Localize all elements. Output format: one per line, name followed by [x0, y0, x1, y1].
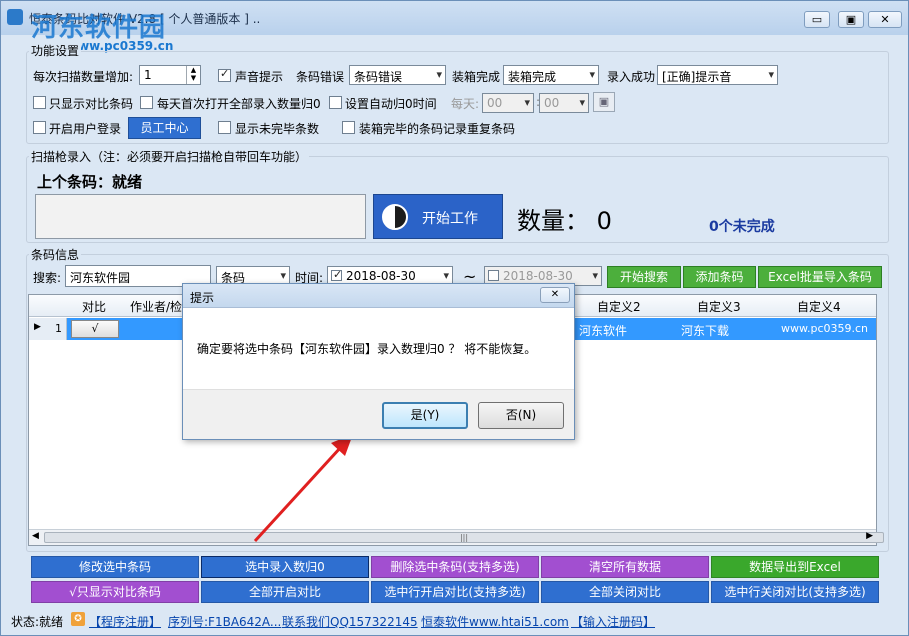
- column-header[interactable]: 自定义4: [797, 298, 841, 315]
- only-compare-label: 只显示对比条码: [49, 97, 134, 111]
- no-button[interactable]: 否(N): [478, 402, 564, 429]
- last-code-label: 上个条码：就绪: [37, 173, 143, 191]
- cell-custom2: 河东软件: [579, 324, 628, 338]
- scan-inc-label: 每次扫描数量增加:: [33, 70, 134, 84]
- shield-icon: ✪: [71, 612, 85, 626]
- sound-checkbox[interactable]: [218, 67, 231, 82]
- red-arrow-annotation: [253, 434, 353, 543]
- clear-all-button[interactable]: 清空所有数据: [541, 556, 709, 578]
- pack-done-select[interactable]: 装箱完成: [503, 65, 599, 85]
- horizontal-scrollbar[interactable]: ◀ ||| ▶: [29, 529, 884, 545]
- open-selected-compare-button[interactable]: 选中行开启对比(支持多选): [371, 581, 539, 603]
- dialog-close-button[interactable]: ✕: [540, 287, 570, 303]
- status-bar: 状态:就绪 ✪ 【程序注册】 序列号:F1BA642A... 联系我们QQ157…: [1, 607, 908, 635]
- user-login-checkbox[interactable]: [33, 121, 46, 134]
- half-moon-icon: [382, 204, 408, 230]
- daily-reset-checkbox[interactable]: [140, 96, 153, 109]
- yes-button[interactable]: 是(Y): [382, 402, 468, 429]
- delete-selected-button[interactable]: 删除选中条码(支持多选): [371, 556, 539, 578]
- dialog-message: 确定要将选中条码【河东软件园】录入数理归0 ？ 将不能恢复。: [197, 342, 537, 356]
- daily-label: 每天:: [451, 97, 480, 111]
- sound-label: 声音提示: [235, 70, 284, 84]
- scroll-left-icon[interactable]: ◀: [32, 531, 39, 541]
- scroll-right-icon[interactable]: ▶: [866, 531, 873, 541]
- dialog-title-bar: 提示 ✕: [183, 284, 574, 308]
- start-work-button[interactable]: 开始工作: [373, 194, 503, 239]
- close-button[interactable]: ✕: [868, 11, 902, 28]
- compare-toggle-button[interactable]: √: [71, 320, 119, 338]
- start-search-button[interactable]: 开始搜索: [607, 266, 681, 288]
- modify-selected-button[interactable]: 修改选中条码: [31, 556, 199, 578]
- row-header[interactable]: ▶ 1: [29, 318, 67, 340]
- open-all-compare-button[interactable]: 全部开启对比: [201, 581, 369, 603]
- only-compare-checkbox[interactable]: [33, 96, 46, 109]
- show-unfinished-label: 显示未完毕条数: [235, 122, 320, 136]
- barcode-info-title: 条码信息: [29, 246, 82, 263]
- cell-custom3: 河东下载: [681, 324, 730, 338]
- add-barcode-button[interactable]: 添加条码: [683, 266, 756, 288]
- start-work-label: 开始工作: [422, 211, 478, 227]
- save-time-icon[interactable]: ▣: [593, 92, 615, 112]
- dup-record-label: 装箱完毕的条码记录重复条码: [359, 122, 516, 136]
- excel-import-button[interactable]: Excel批量导入条码: [758, 266, 882, 288]
- column-header[interactable]: 对比: [82, 298, 106, 315]
- main-window: 恒泰条码比对软件 V2.8 [ 个人普通版本 ] .. 河东软件园 ▭ ▣ ✕ …: [0, 0, 909, 636]
- register-link[interactable]: 【程序注册】: [89, 613, 161, 630]
- search-label: 搜索:: [33, 271, 62, 285]
- barcode-error-label: 条码错误: [296, 70, 345, 84]
- contact-link[interactable]: 联系我们QQ157322145: [282, 613, 418, 630]
- scan-inc-stepper[interactable]: ▲ ▼: [186, 66, 200, 84]
- settings-group-title: 功能设置: [29, 42, 82, 59]
- dialog-footer: 是(Y) 否(N): [183, 389, 574, 439]
- column-header[interactable]: 作业者/检: [130, 298, 182, 315]
- minimize-button[interactable]: ▭: [804, 11, 830, 28]
- close-all-compare-button[interactable]: 全部关闭对比: [541, 581, 709, 603]
- close-selected-compare-button[interactable]: 选中行关闭对比(支持多选): [711, 581, 879, 603]
- confirm-dialog: 提示 ✕ 确定要将选中条码【河东软件园】录入数理归0 ？ 将不能恢复。 是(Y)…: [182, 283, 575, 440]
- date-to-checkbox[interactable]: [488, 270, 499, 281]
- row-pointer-icon: ▶: [34, 322, 41, 332]
- minute-select[interactable]: 00: [539, 93, 589, 113]
- auto-reset-checkbox[interactable]: [329, 96, 342, 109]
- hour-select[interactable]: 00: [482, 93, 534, 113]
- entry-ok-label: 录入成功: [607, 70, 656, 84]
- unfinished-count: 0个未完成: [709, 219, 775, 235]
- column-header[interactable]: 自定义2: [597, 298, 641, 315]
- input-code-link[interactable]: 【输入注册码】: [571, 613, 655, 630]
- staff-center-button[interactable]: 员工中心: [128, 117, 201, 139]
- serial-link[interactable]: 序列号:F1BA642A...: [168, 613, 281, 630]
- title-bar: 恒泰条码比对软件 V2.8 [ 个人普通版本 ] .. 河东软件园 ▭ ▣ ✕: [1, 1, 908, 43]
- column-header[interactable]: 自定义3: [697, 298, 741, 315]
- daily-reset-label: 每天首次打开全部录入数量归0: [157, 97, 321, 111]
- dup-record-checkbox[interactable]: [342, 121, 355, 134]
- barcode-error-select[interactable]: 条码错误: [349, 65, 446, 85]
- count-display: 数量： 0: [517, 207, 612, 235]
- export-excel-button[interactable]: 数据导出到Excel: [711, 556, 879, 578]
- entry-ok-select[interactable]: [正确]提示音: [657, 65, 778, 85]
- pack-done-label: 装箱完成: [452, 70, 501, 84]
- scan-input[interactable]: [35, 194, 366, 239]
- cell-custom4: www.pc0359.cn: [781, 322, 869, 335]
- status-text: 状态:就绪: [11, 615, 64, 629]
- scroll-thumb[interactable]: |||: [44, 532, 884, 543]
- scan-group-title: 扫描枪录入（注：必须要开启扫描枪自带回车功能）: [29, 148, 310, 165]
- date-from-checkbox[interactable]: [331, 268, 342, 281]
- show-unfinished-checkbox[interactable]: [218, 121, 231, 134]
- user-login-label: 开启用户登录: [49, 122, 122, 136]
- app-icon: [7, 9, 23, 25]
- only-compare-button[interactable]: √只显示对比条码: [31, 581, 199, 603]
- reset-selected-button[interactable]: 选中录入数归0: [201, 556, 369, 578]
- maximize-button[interactable]: ▣: [838, 11, 864, 28]
- dialog-title: 提示: [190, 291, 215, 305]
- auto-reset-label: 设置自动归0时间: [345, 97, 437, 111]
- site-link[interactable]: 恒泰软件www.htai51.com: [421, 613, 569, 630]
- row-index: 1: [55, 322, 62, 335]
